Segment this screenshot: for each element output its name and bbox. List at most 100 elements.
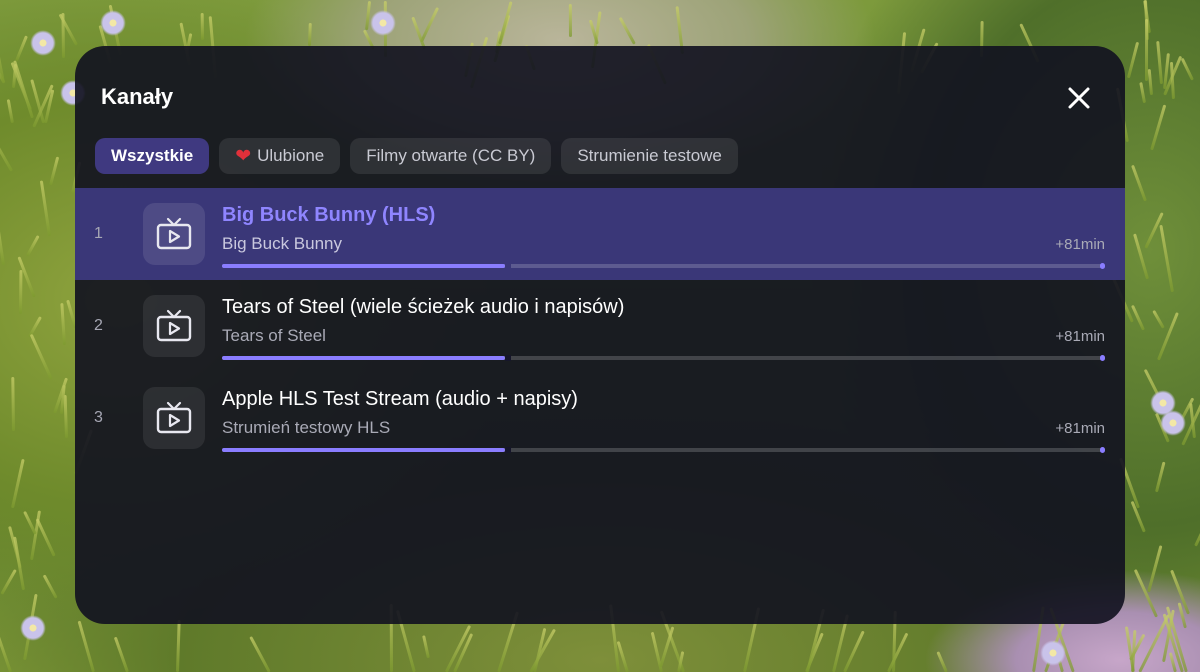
tv-icon: [156, 401, 192, 434]
grass-blade: [0, 217, 5, 266]
grass-blade: [568, 4, 572, 37]
grass-blade: [1159, 224, 1174, 293]
channel-title: Big Buck Bunny (HLS): [222, 204, 436, 226]
grass-blade: [1139, 82, 1147, 103]
tab-label: Wszystkie: [111, 146, 194, 165]
channel-title: Apple HLS Test Stream (audio + napisy): [222, 388, 578, 410]
grass-blade: [15, 35, 29, 62]
channel-duration: +81min: [1055, 236, 1105, 253]
grass-blade: [308, 22, 312, 46]
progress-fill: [222, 356, 505, 360]
flower: [1040, 640, 1066, 666]
grass-blade: [497, 1, 513, 45]
grass-blade: [843, 630, 866, 672]
grass-blade: [1130, 304, 1145, 331]
channel-thumbnail: [143, 203, 205, 265]
grass-blade: [64, 394, 69, 438]
grass-blade: [35, 517, 56, 557]
channel-progress: [222, 263, 1105, 269]
grass-blade: [200, 12, 204, 41]
grass-blade: [420, 6, 440, 42]
channel-thumbnail: [143, 295, 205, 357]
grass-blade: [1156, 40, 1164, 84]
channel-subtitle: Tears of Steel: [222, 326, 326, 345]
tv-icon: [156, 217, 192, 250]
channel-list: 1 Big Buck Bunny (HLS) Big Buck Bunny +8…: [75, 188, 1125, 464]
progress-end-dot: [1100, 447, 1105, 453]
grass-blade: [619, 17, 637, 46]
channel-row[interactable]: 1 Big Buck Bunny (HLS) Big Buck Bunny +8…: [75, 188, 1125, 280]
grass-blade: [0, 621, 13, 672]
grass-blade: [10, 458, 25, 509]
channel-row[interactable]: 3 Apple HLS Test Stream (audio + napisy)…: [75, 372, 1125, 464]
channel-subtitle: Strumień testowy HLS: [222, 418, 391, 437]
progress-end-dot: [1100, 263, 1105, 269]
category-tabs: Wszystkie ❤ Ulubione Filmy otwarte (CC B…: [95, 138, 738, 174]
grass-blade: [1130, 164, 1147, 202]
tab-test-streams[interactable]: Strumienie testowe: [561, 138, 738, 174]
progress-end-dot: [1100, 355, 1105, 361]
channel-number: 3: [94, 409, 103, 426]
grass-blade: [0, 15, 6, 83]
grass-blade: [30, 510, 42, 561]
grass-blade: [249, 635, 271, 672]
tab-all[interactable]: Wszystkie: [95, 138, 210, 174]
flower: [100, 10, 126, 36]
grass-blade: [1154, 461, 1166, 493]
grass-blade: [0, 568, 18, 595]
flower: [1160, 410, 1186, 436]
grass-blade: [39, 180, 51, 237]
channel-progress: [222, 355, 1105, 361]
grass-blade: [13, 536, 26, 590]
grass-blade: [936, 651, 948, 672]
flower: [30, 30, 56, 56]
channel-subtitle: Big Buck Bunny: [222, 234, 343, 253]
close-button[interactable]: [1065, 84, 1093, 112]
grass-blade: [0, 117, 14, 171]
grass-blade: [1180, 57, 1194, 81]
grass-blade: [77, 620, 95, 672]
channels-dialog: Kanały Wszystkie ❤ Ulubione Filmy otwart…: [75, 46, 1125, 624]
channel-title: Tears of Steel (wiele ścieżek audio i na…: [222, 296, 625, 318]
close-icon: [1068, 87, 1090, 109]
progress-gap: [504, 263, 511, 269]
tab-favorites[interactable]: ❤ Ulubione: [219, 138, 341, 174]
grass-blade: [421, 635, 430, 659]
grass-blade: [886, 633, 909, 672]
grass-blade: [18, 270, 23, 315]
channel-progress: [222, 447, 1105, 453]
grass-blade: [1147, 68, 1153, 95]
tab-label: Ulubione: [257, 146, 325, 165]
progress-fill: [222, 448, 505, 452]
grass-blade: [60, 302, 66, 345]
grass-blade: [1147, 545, 1163, 593]
grass-blade: [1194, 509, 1200, 547]
progress-fill: [222, 264, 505, 268]
tab-label: Strumienie testowe: [577, 146, 722, 165]
grass-blade: [11, 376, 15, 431]
grass-blade: [175, 620, 181, 672]
grass-blade: [26, 235, 40, 257]
channel-number: 2: [94, 317, 103, 334]
grass-blade: [1127, 41, 1140, 78]
grass-blade: [113, 636, 129, 672]
channel-thumbnail: [143, 387, 205, 449]
channel-duration: +81min: [1055, 420, 1105, 437]
tab-label: Filmy otwarte (CC BY): [366, 146, 536, 165]
tv-icon: [156, 309, 192, 342]
grass-blade: [1149, 104, 1167, 151]
grass-blade: [49, 156, 60, 187]
tab-open-films[interactable]: Filmy otwarte (CC BY): [350, 138, 552, 174]
progress-gap: [504, 447, 511, 453]
channel-number: 1: [94, 225, 103, 242]
channel-duration: +81min: [1055, 328, 1105, 345]
flower: [20, 615, 46, 641]
progress-gap: [504, 355, 511, 361]
flower: [370, 10, 396, 36]
grass-blade: [23, 510, 37, 535]
grass-blade: [1144, 18, 1148, 81]
dialog-title: Kanały: [101, 84, 174, 109]
grass-blade: [29, 333, 53, 381]
channel-row[interactable]: 2 Tears of Steel (wiele ścieżek audio i …: [75, 280, 1125, 372]
grass-blade: [6, 98, 14, 124]
